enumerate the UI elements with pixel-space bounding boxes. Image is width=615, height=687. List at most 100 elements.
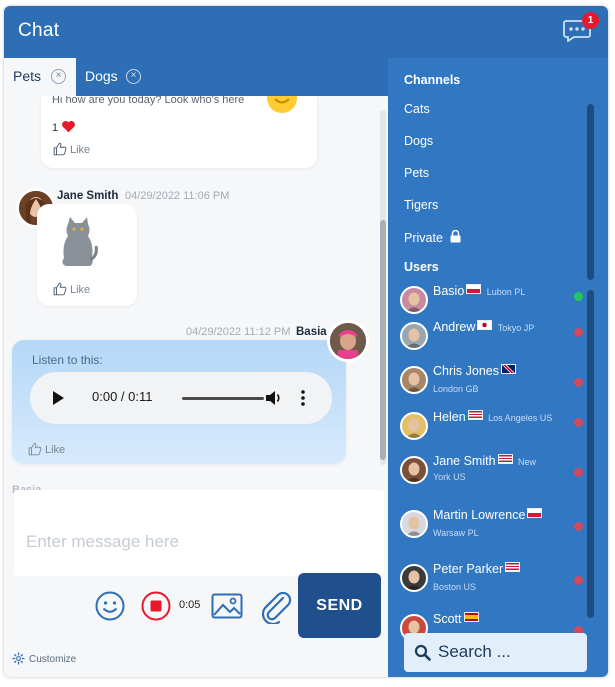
sender-name: Jane Smith [57, 190, 119, 202]
user-name: Helen Los Angeles US [433, 410, 552, 424]
flag-gb-icon [501, 364, 516, 374]
avatar[interactable] [327, 320, 369, 362]
audio-player[interactable]: 0:00 / 0:11 [30, 372, 332, 424]
sender-name: Basia [296, 326, 327, 338]
user-item[interactable]: Martin Lowrence Warsaw PL [400, 506, 583, 546]
cat-image[interactable] [56, 216, 100, 268]
avatar [400, 456, 428, 484]
user-name: Basio Lubon PL [433, 284, 525, 298]
user-location: Warsaw PL [433, 528, 479, 538]
user-location: Tokyo JP [495, 323, 535, 333]
timestamp: 04/29/2022 11:06 PM [125, 190, 230, 202]
user-name-text: Basio [433, 284, 465, 298]
app-title: Chat [18, 20, 60, 41]
image-icon[interactable] [211, 593, 243, 619]
audio-time: 0:00 / 0:11 [92, 389, 153, 404]
flag-us-icon [505, 562, 521, 572]
thumbs-up-icon [53, 282, 67, 296]
customize-link[interactable]: Customize [12, 652, 76, 665]
avatar [400, 412, 428, 440]
message-input-placeholder: Enter message here [26, 532, 180, 551]
user-location: Lubon PL [484, 287, 526, 297]
user-item[interactable]: Peter Parker Boston US [400, 560, 583, 600]
paperclip-icon[interactable] [258, 588, 292, 624]
status-offline-dot [574, 418, 583, 427]
status-offline-dot [574, 328, 583, 337]
user-item[interactable]: Helen Los Angeles US [400, 408, 583, 448]
user-item[interactable]: Jane Smith New York US [400, 452, 583, 492]
user-location: Boston US [433, 582, 477, 592]
channel-item-pets[interactable]: Pets [404, 166, 429, 180]
user-name-text: Chris Jones [433, 364, 499, 378]
user-location: Los Angeles US [485, 413, 553, 423]
chat-widget: Chat 1 Pets × Dogs × Hi how are you toda… [4, 6, 608, 677]
avatar [400, 366, 428, 394]
user-item[interactable]: Andrew Tokyo JP [400, 318, 583, 358]
record-time: 0:05 [179, 599, 201, 611]
stop-record-icon[interactable] [141, 591, 171, 621]
heart-reaction[interactable]: 1 [52, 120, 76, 134]
status-offline-dot [574, 522, 583, 531]
close-icon[interactable]: × [51, 69, 66, 84]
user-location: York US [433, 472, 466, 482]
smiley-icon[interactable] [95, 591, 125, 621]
channel-item-dogs[interactable]: Dogs [404, 134, 433, 148]
channel-item-tigers[interactable]: Tigers [404, 198, 438, 212]
user-name: Martin Lowrence [433, 508, 545, 522]
avatar [400, 564, 428, 592]
user-name-text: Jane Smith [433, 454, 496, 468]
tab-pets[interactable]: Pets × [4, 58, 76, 96]
channels-scrollbar[interactable] [587, 104, 594, 280]
user-item[interactable]: Basio Lubon PL [400, 282, 583, 322]
user-name: Andrew Tokyo JP [433, 320, 534, 334]
notification-badge: 1 [582, 12, 599, 29]
user-name: Chris Jones [433, 364, 519, 378]
message-scrollbar-thumb[interactable] [380, 220, 386, 460]
search-icon [414, 644, 431, 661]
search-input[interactable] [438, 642, 578, 662]
play-icon[interactable] [52, 391, 64, 405]
audio-progress[interactable] [182, 397, 264, 400]
avatar [400, 322, 428, 350]
more-vertical-icon[interactable] [300, 389, 306, 407]
user-name: Jane Smith New [433, 454, 536, 468]
tab-dogs[interactable]: Dogs × [76, 58, 151, 96]
like-button[interactable]: Like [53, 282, 90, 296]
status-offline-dot [574, 378, 583, 387]
flag-jp-icon [477, 320, 493, 330]
user-name: Scott [433, 612, 482, 626]
flag-pl-icon [527, 508, 543, 518]
smiley-emoji-icon [267, 96, 297, 113]
message-text: Listen to this: [32, 353, 103, 367]
user-name-text: Scott [433, 612, 462, 626]
channels-title: Channels [404, 73, 461, 87]
like-button[interactable]: Like [28, 442, 65, 456]
avatar [400, 510, 428, 538]
flag-us-icon [497, 454, 513, 464]
search-box[interactable] [404, 633, 587, 672]
close-icon[interactable]: × [126, 69, 141, 84]
user-name-text: Andrew [433, 320, 476, 334]
channel-item-private[interactable]: Private [404, 229, 461, 245]
user-name-text: Peter Parker [433, 562, 504, 576]
users-scrollbar[interactable] [587, 290, 594, 618]
status-offline-dot [574, 576, 583, 585]
volume-icon[interactable] [265, 390, 283, 406]
header: Chat 1 [4, 6, 608, 58]
channel-item-cats[interactable]: Cats [404, 102, 430, 116]
lock-icon [450, 229, 461, 243]
flag-es-icon [463, 612, 479, 622]
status-offline-dot [574, 468, 583, 477]
timestamp: 04/29/2022 11:12 PM [186, 326, 291, 338]
status-online-dot [574, 292, 583, 301]
send-button[interactable]: SEND [298, 573, 381, 638]
user-name-text: Helen [433, 410, 466, 424]
user-name: Peter Parker [433, 562, 523, 576]
thumbs-up-icon [28, 442, 42, 456]
user-item[interactable]: Chris Jones London GB [400, 362, 583, 402]
like-button[interactable]: Like [53, 142, 90, 156]
tab-label: Dogs [85, 68, 118, 84]
user-name-text: Martin Lowrence [433, 508, 526, 522]
message-text: Hi how are you today? Look who's here [52, 96, 245, 106]
gear-icon [12, 652, 25, 665]
